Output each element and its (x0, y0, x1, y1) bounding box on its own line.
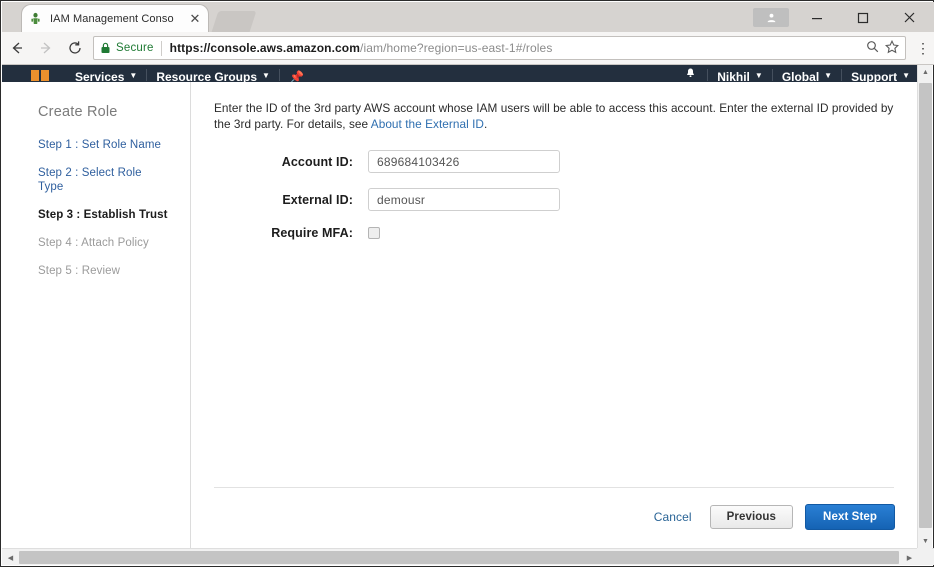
browser-window: IAM Management Conso ✕ Secure https://co… (0, 0, 934, 567)
external-id-label: External ID: (282, 192, 353, 207)
address-bar[interactable]: Secure https://console.aws.amazon.com/ia… (93, 36, 906, 60)
scroll-right-arrow-icon[interactable]: ▶ (902, 550, 917, 565)
nav-region-menu[interactable]: Global ▼ (773, 68, 841, 83)
form-row-require-mfa: Require MFA: (214, 226, 897, 240)
scroll-down-arrow-icon[interactable]: ▼ (918, 534, 933, 549)
sidebar-item-step-5[interactable]: Step 5 : Review (38, 264, 170, 278)
cancel-button[interactable]: Cancel (654, 510, 692, 524)
forward-button[interactable] (31, 34, 60, 63)
window-close-button[interactable] (886, 4, 932, 32)
nav-services[interactable]: Services ▼ (66, 68, 146, 83)
page-title: Create Role (38, 104, 118, 120)
browser-tab-iam-console[interactable]: IAM Management Conso ✕ (22, 5, 208, 32)
minimize-icon (812, 17, 822, 19)
vertical-scrollbar[interactable]: ▲ ▼ (917, 65, 932, 549)
pin-icon[interactable]: 📌 (280, 68, 313, 83)
require-mfa-label: Require MFA: (271, 226, 353, 240)
chevron-down-icon: ▼ (902, 71, 910, 80)
horizontal-scrollbar-thumb[interactable] (19, 551, 899, 564)
vertical-scrollbar-thumb[interactable] (919, 83, 932, 528)
account-id-label: Account ID: (281, 154, 353, 169)
wizard-sidebar: Create Role Step 1 : Set Role Name Step … (2, 82, 191, 549)
wizard-content: Enter the ID of the 3rd party AWS accoun… (192, 82, 919, 549)
page-body: Create Role Step 1 : Set Role Name Step … (2, 82, 919, 549)
form-row-external-id: External ID: (214, 188, 897, 211)
aws-iam-favicon-icon (28, 11, 43, 26)
bell-icon[interactable] (674, 66, 707, 82)
url-text: https://console.aws.amazon.com/iam/home?… (170, 41, 860, 55)
new-tab-button[interactable] (211, 11, 257, 32)
close-icon (904, 12, 914, 23)
lock-icon (100, 42, 111, 54)
aws-logo-icon[interactable] (30, 68, 52, 82)
nav-resource-groups[interactable]: Resource Groups ▼ (147, 68, 279, 83)
secure-label: Secure (116, 42, 154, 54)
back-button[interactable] (2, 34, 31, 63)
account-id-input[interactable] (368, 150, 560, 173)
intro-description: Enter the ID of the 3rd party AWS accoun… (214, 100, 906, 132)
chevron-down-icon: ▼ (262, 71, 270, 80)
nav-services-label: Services (75, 69, 125, 83)
next-step-button[interactable]: Next Step (805, 504, 895, 530)
window-maximize-button[interactable] (840, 4, 886, 32)
nav-region-label: Global (781, 69, 820, 83)
omnibox-divider (160, 40, 162, 56)
chevron-down-icon: ▼ (824, 71, 833, 80)
forward-arrow-icon (40, 42, 50, 54)
window-minimize-button[interactable] (794, 4, 840, 32)
maximize-icon (857, 12, 869, 23)
window-caption-buttons (748, 3, 932, 32)
back-arrow-icon (12, 42, 22, 54)
sidebar-item-step-3[interactable]: Step 3 : Establish Trust (38, 208, 170, 222)
scrollbar-corner (917, 548, 932, 565)
wizard-footer-actions: Cancel Previous Next Step (654, 504, 895, 530)
aws-nav-right-group: Nikhil ▼ Global ▼ Support ▼ (674, 65, 919, 82)
profile-icon (753, 8, 789, 27)
tab-strip: IAM Management Conso ✕ (2, 2, 934, 32)
about-external-id-link[interactable]: About the External ID (371, 117, 484, 131)
aws-global-nav: Services ▼ Resource Groups ▼ 📌 Nikhil ▼ (2, 65, 919, 82)
horizontal-scrollbar[interactable]: ◀ ▶ (2, 548, 934, 565)
nav-account-label: Nikhil (717, 69, 750, 83)
scroll-left-arrow-icon[interactable]: ◀ (3, 550, 18, 565)
kebab-menu-icon[interactable]: ⋮ (912, 41, 934, 55)
star-icon[interactable] (884, 39, 900, 57)
require-mfa-checkbox[interactable] (368, 227, 380, 239)
nav-support-menu[interactable]: Support ▼ (842, 68, 919, 83)
nav-support-label: Support (851, 69, 898, 83)
intro-text-part1: Enter the ID of the 3rd party AWS accoun… (214, 101, 894, 131)
sidebar-item-step-2[interactable]: Step 2 : Select Role Type (38, 166, 170, 194)
scroll-up-arrow-icon[interactable]: ▲ (918, 65, 933, 80)
previous-button[interactable]: Previous (709, 505, 794, 529)
chevron-down-icon: ▼ (129, 71, 138, 80)
tab-close-icon[interactable]: ✕ (188, 12, 202, 26)
reload-button[interactable] (60, 34, 89, 63)
footer-divider (214, 487, 894, 488)
nav-resource-groups-label: Resource Groups (156, 69, 258, 83)
tab-title: IAM Management Conso (50, 12, 174, 25)
sidebar-item-step-1[interactable]: Step 1 : Set Role Name (38, 138, 170, 152)
nav-account-menu[interactable]: Nikhil ▼ (708, 68, 772, 83)
search-zoom-icon[interactable] (866, 40, 879, 56)
sidebar-item-step-4[interactable]: Step 4 : Attach Policy (38, 236, 170, 250)
chevron-down-icon: ▼ (754, 71, 763, 80)
intro-text-part2: . (483, 117, 488, 131)
url-origin: https://console.aws.amazon.com (169, 41, 361, 55)
browser-toolbar: Secure https://console.aws.amazon.com/ia… (2, 32, 934, 65)
url-path: /iam/home?region=us-east-1#/roles (360, 41, 553, 55)
profile-button[interactable] (748, 4, 794, 32)
reload-icon (68, 41, 81, 54)
form-row-account-id: Account ID: (214, 150, 897, 173)
external-id-input[interactable] (368, 188, 560, 211)
